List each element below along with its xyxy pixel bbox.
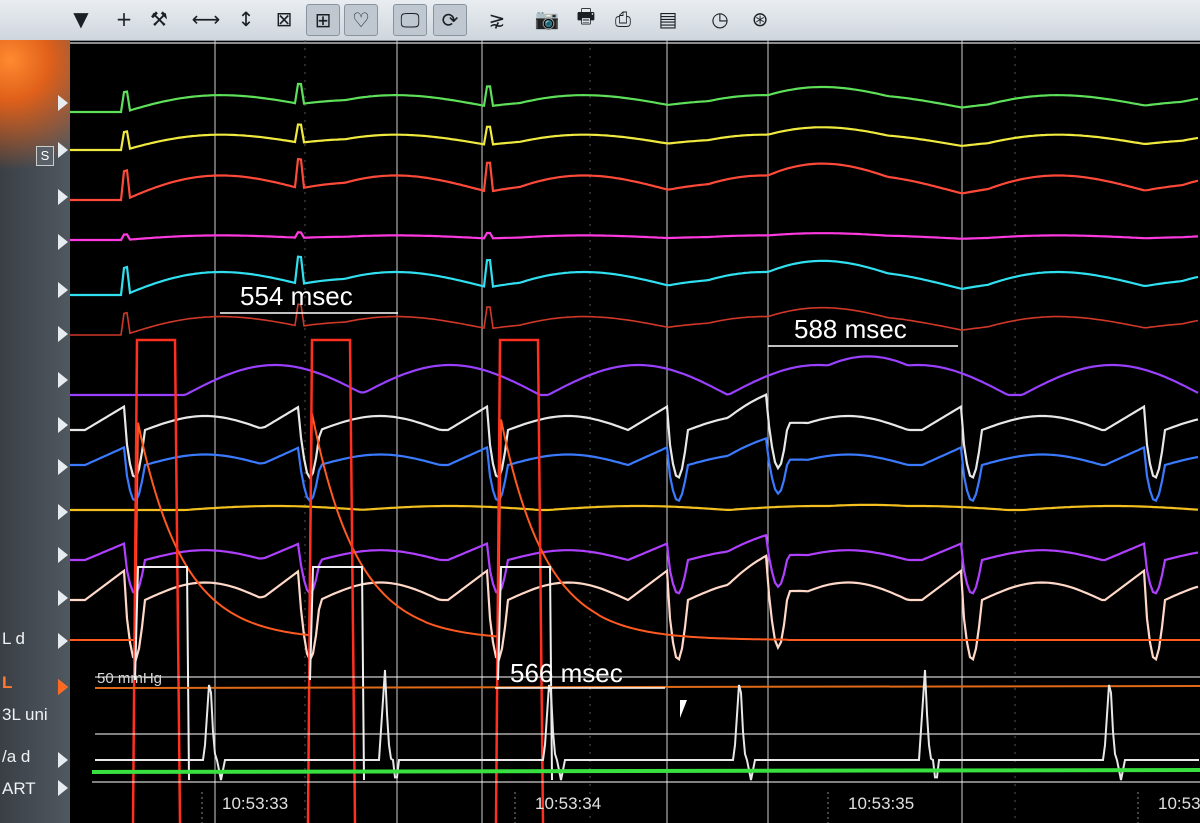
caliper-march-icon[interactable]: ⊞ (306, 4, 340, 36)
timestamp-2: 10:53:34 (535, 794, 601, 813)
tools-icon[interactable]: ⚒ (143, 4, 175, 34)
trace-violet (70, 533, 1199, 596)
channel-selector-4[interactable] (58, 234, 68, 250)
timestamp-4: 10:53: (1158, 794, 1200, 813)
vertical-caliper-icon[interactable]: ↕ (230, 4, 262, 34)
compass-icon[interactable]: ⊛ (744, 4, 776, 34)
s-badge[interactable]: S (36, 146, 54, 166)
trace-white-upper (70, 393, 1199, 481)
trace-green (70, 82, 1199, 114)
caliper-measurement-3: 566 msec (510, 658, 623, 688)
table-icon[interactable]: ▤ (652, 4, 684, 34)
trace-blue (70, 437, 1199, 503)
timestamp-1: 10:53:33 (222, 794, 288, 813)
trace-gold (70, 503, 1199, 512)
signal-icon[interactable]: ⋧ (481, 4, 513, 34)
toolbar: ▼ + ⚒ ⟷ ↕ ⊠ ⊞ ♡ 🖵 ⟳ ⋧ 📷 🖶 ⎙ ▤ ◷ ⊛ (0, 0, 1200, 41)
channel-selector-17[interactable] (58, 780, 68, 796)
channel-selector-8[interactable] (58, 417, 68, 433)
caliper-measurement-2: 588 msec (794, 314, 907, 344)
channel-selector-12[interactable] (58, 590, 68, 606)
trace-yellow (70, 123, 1199, 152)
print-icon[interactable]: 🖶 (570, 4, 602, 34)
dropdown-icon[interactable]: ▼ (70, 4, 92, 34)
trace-red (70, 157, 1199, 202)
channel-selector-1[interactable] (58, 95, 68, 111)
clock-icon[interactable]: ◷ (704, 4, 736, 34)
monitor-icon[interactable]: 🖵 (393, 4, 427, 36)
ep-recording-plot: 554 msec 588 msec 566 msec 50 mmHg 10:53:33 1… (70, 40, 1200, 823)
channel-label-3: 3L uni (2, 705, 48, 724)
heart-icon[interactable]: ♡ (344, 4, 378, 36)
delete-caliper-icon[interactable]: ⊠ (268, 4, 300, 34)
channel-selector-9[interactable] (58, 459, 68, 475)
horizontal-caliper-icon[interactable]: ⟷ (190, 4, 222, 34)
channel-selector-16[interactable] (58, 752, 68, 768)
channel-label-2: L (2, 673, 13, 692)
pressure-scale-label: 50 mmHg (97, 670, 162, 687)
trace-pink (70, 554, 1199, 663)
channel-selector-5[interactable] (58, 282, 68, 298)
channel-selector-3[interactable] (58, 189, 68, 205)
timestamp-3: 10:53:35 (848, 794, 914, 813)
channel-selector-11[interactable] (58, 547, 68, 563)
mouse-cursor (680, 700, 692, 718)
camera-icon[interactable]: 📷 (531, 4, 563, 34)
channel-selector-10[interactable] (58, 504, 68, 520)
trace-art-green (91, 768, 1200, 774)
printer-icon[interactable]: ⎙ (607, 4, 639, 34)
channel-selector-13[interactable] (58, 633, 68, 649)
channel-label-4: /a d (2, 747, 31, 766)
trace-purple (70, 355, 1199, 397)
channel-label-1: L d (2, 629, 26, 648)
caliper-measurement-1: 554 msec (240, 281, 353, 311)
pacing-white-box-2 (309, 566, 365, 781)
channel-label-5: ART (2, 779, 36, 798)
channel-selector-2[interactable] (58, 142, 68, 158)
channel-selector-6[interactable] (58, 326, 68, 342)
refresh-icon[interactable]: ⟳ (433, 4, 467, 36)
channel-selector-7[interactable] (58, 372, 68, 388)
trace-orange-decay (70, 413, 1200, 641)
trace-magenta (70, 231, 1199, 242)
add-icon[interactable]: + (108, 4, 140, 34)
channel-selector-15[interactable] (58, 679, 68, 695)
